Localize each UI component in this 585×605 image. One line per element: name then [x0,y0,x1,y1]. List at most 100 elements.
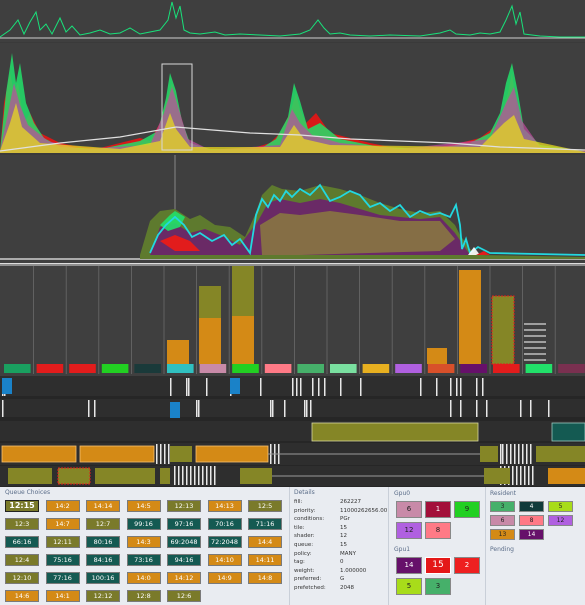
queue-choice-button[interactable]: 94:16 [167,554,201,566]
queue-choice-button[interactable]: 72:2048 [207,536,242,548]
gpu1-tile[interactable]: 14 [396,557,422,574]
timeline-tick [450,378,452,396]
queue-choice-button[interactable]: 12:11 [45,536,80,548]
queue-choice-button[interactable]: 12:3 [5,518,39,530]
queue-choice-button[interactable]: 99:16 [126,518,161,530]
queue-choice-button[interactable]: 12:10 [5,572,39,584]
resident-tile[interactable]: 6 [490,515,515,526]
timeline-tick [182,466,184,485]
queue-choice-button[interactable]: 12:15 [5,500,39,512]
queue-choice-button[interactable]: 12:6 [167,590,201,602]
timeline-tick [214,466,216,485]
timeline-tick [170,378,172,396]
detail-value: 262227 [340,499,361,505]
queue-choice-button[interactable]: 14:1 [45,590,80,602]
timeline-tick [514,444,516,464]
detail-key: conditions: [294,516,325,523]
queue-choice-button[interactable]: 66:16 [5,536,39,548]
gpu1-tile[interactable]: 15 [425,557,451,574]
timeline-tick [164,444,166,464]
timeline-tick [284,400,286,417]
resident-tile[interactable]: 5 [548,501,573,512]
queue-choice-button[interactable]: 14:7 [45,518,80,530]
queue-choice-button[interactable]: 14:6 [5,590,39,602]
queue-choice-button[interactable]: 80:16 [86,536,120,548]
timeline-svg [0,376,585,487]
tile-base-bar [264,364,292,373]
timeline-tick [270,400,272,417]
queue-choice-button[interactable]: 14:4 [248,536,282,548]
queue-choice-button[interactable]: 69:2048 [167,536,201,548]
timeline-tick [292,378,294,396]
queue-choice-button[interactable]: 97:16 [167,518,201,530]
gpu1-tile[interactable]: 5 [396,578,422,595]
queue-choice-button[interactable]: 14:14 [86,500,120,512]
tile-stack-bar [199,318,221,364]
queue-choice-button[interactable]: 71:16 [248,518,282,530]
pending-title: Pending [490,546,514,553]
queue-choice-button[interactable]: 75:16 [45,554,80,566]
queue-choice-button[interactable]: 14:8 [248,572,282,584]
queue-choice-button[interactable]: 77:16 [45,572,80,584]
queue-choice-button[interactable]: 12:12 [86,590,120,602]
resident-tile[interactable]: 4 [519,501,544,512]
queue-choice-button[interactable]: 70:16 [207,518,242,530]
gpu0-tile[interactable]: 1 [425,501,451,518]
gpu0-tile[interactable]: 9 [454,501,480,518]
timeline-tick [196,400,198,417]
queue-choice-button[interactable]: 14:13 [207,500,242,512]
gpu1-title: Gpu1 [394,546,411,553]
tile-stack-bar [232,316,254,364]
timeline-tick [168,444,170,464]
tile-base-bar [199,364,227,373]
resident-tile[interactable]: 8 [519,515,544,526]
queue-choice-button[interactable]: 14:0 [126,572,161,584]
activity-sparkline [0,1,585,39]
tile-base-bar [427,364,455,373]
detail-key: policy: [294,550,312,557]
timeline-tick [518,444,520,464]
resident-tile[interactable]: 14 [519,529,544,540]
queue-choice-button[interactable]: 84:16 [86,554,120,566]
gpu0-tile[interactable]: 6 [396,501,422,518]
gpu0-tile[interactable]: 12 [396,522,422,539]
queue-choice-button[interactable]: 14:2 [45,500,80,512]
resident-tile[interactable]: 3 [490,501,515,512]
timeline-highlight [2,378,12,394]
timeline-tick [500,444,502,464]
tile-bar-svg [0,264,585,374]
queue-choice-button[interactable]: 14:5 [126,500,161,512]
timeline-tick [312,378,314,396]
gpu1-tile[interactable]: 3 [425,578,451,595]
queue-choice-button[interactable]: 14:12 [167,572,201,584]
overview-chart[interactable] [0,43,585,153]
queue-choice-button[interactable]: 14:9 [207,572,242,584]
details-title: Details [294,489,315,496]
queue-choice-button[interactable]: 73:16 [126,554,161,566]
detail-key: preferred: [294,576,322,583]
timeline-tick [178,466,180,485]
resident-tile[interactable]: 13 [490,529,515,540]
timeline-tick [530,444,532,464]
tile-base-bar [330,364,357,373]
timeline-tick [476,400,478,417]
timeline-tick [206,466,208,485]
queue-choice-button[interactable]: 100:16 [86,572,120,584]
queue-choice-button[interactable]: 12:5 [248,500,282,512]
gpu1-tile[interactable]: 2 [454,557,480,574]
queue-choice-button[interactable]: 14:3 [126,536,161,548]
gpu0-tile[interactable]: 8 [425,522,451,539]
resident-tile[interactable]: 12 [548,515,573,526]
queue-choice-button[interactable]: 12:7 [86,518,120,530]
detail-chart-panel [0,155,585,263]
queue-choice-button[interactable]: 12:8 [126,590,161,602]
queue-choice-button[interactable]: 12:13 [167,500,201,512]
timeline-tick [516,466,518,485]
detail-key: priority: [294,507,316,514]
timeline-tick [360,378,362,396]
queue-choice-button[interactable]: 12:4 [5,554,39,566]
timeline-tracks [0,376,585,487]
queue-choice-button[interactable]: 14:10 [207,554,242,566]
queue-choice-button[interactable]: 14:11 [248,554,282,566]
detail-value: G [340,576,345,583]
